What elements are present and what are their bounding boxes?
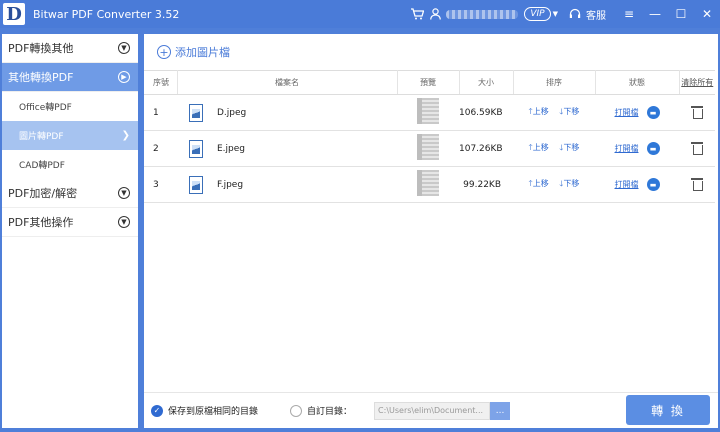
image-file-icon — [189, 103, 203, 122]
add-images-label: 添加圖片檔 — [175, 46, 230, 59]
custom-dir-label[interactable]: 自訂目錄： — [307, 404, 352, 417]
file-table: 序號 檔案名 預覽 大小 排序 狀態 清除所有 1 D.jpeg 106.59K… — [144, 70, 715, 203]
file-size: 106.59KB — [459, 94, 513, 131]
move-up-button[interactable]: 🡑上移 — [529, 179, 549, 188]
file-size: 107.26KB — [459, 130, 513, 167]
same-dir-label[interactable]: 保存到原檔相同的目錄 — [168, 404, 258, 417]
file-name: D.jpeg — [217, 107, 247, 118]
folder-icon[interactable]: ▬ — [646, 106, 660, 119]
open-file-link[interactable]: 打開檔 — [615, 108, 639, 117]
row-index: 1 — [144, 94, 177, 131]
preview-thumbnail[interactable] — [417, 134, 439, 160]
move-up-label: 上移 — [532, 106, 549, 116]
table-row: 3 F.jpeg 99.22KB 🡑上移 🡓下移 打開檔 ▬ — [144, 166, 715, 203]
sidebar-item-image-to-pdf[interactable]: 圖片轉PDF ❯ — [2, 121, 138, 150]
move-up-button[interactable]: 🡑上移 — [529, 107, 549, 116]
table-row: 1 D.jpeg 106.59KB 🡑上移 🡓下移 打開檔 ▬ — [144, 94, 715, 131]
move-down-label: 下移 — [563, 106, 580, 116]
header-filename: 檔案名 — [177, 70, 398, 95]
move-down-button[interactable]: 🡓下移 — [559, 107, 579, 116]
open-file-link[interactable]: 打開檔 — [615, 180, 639, 189]
title-bar: D Bitwar PDF Converter 3.52 VIP ▼ 客服 ≡ —… — [0, 0, 720, 28]
browse-button[interactable]: ... — [490, 401, 511, 420]
menu-icon[interactable]: ≡ — [616, 7, 642, 21]
trash-icon[interactable] — [691, 176, 703, 191]
sidebar-cat-label: PDF其他操作 — [8, 216, 74, 229]
image-file-icon — [189, 139, 203, 158]
sidebar: PDF轉換其他 ▼ 其他轉換PDF ▶ Office轉PDF 圖片轉PDF ❯ … — [2, 34, 138, 428]
chevron-down-icon: ▼ — [118, 216, 130, 228]
headset-icon[interactable] — [566, 5, 584, 23]
main-panel: + 添加圖片檔 序號 檔案名 預覽 大小 排序 狀態 清除所有 1 D.jpeg… — [144, 34, 718, 428]
row-index: 3 — [144, 166, 177, 203]
username-blurred — [446, 9, 519, 19]
bottom-bar: ✓ 保存到原檔相同的目錄 自訂目錄： C:\Users\elim\Documen… — [144, 392, 718, 428]
sidebar-item-label: Office轉PDF — [19, 103, 72, 113]
preview-thumbnail[interactable] — [417, 98, 439, 124]
sidebar-cat-label: PDF加密/解密 — [8, 187, 78, 200]
cart-icon[interactable] — [408, 5, 426, 23]
radio-custom-dir[interactable] — [290, 404, 303, 417]
sidebar-cat-pdf-to-other[interactable]: PDF轉換其他 ▼ — [2, 34, 138, 63]
sidebar-cat-other-to-pdf[interactable]: 其他轉換PDF ▶ — [2, 63, 138, 92]
move-down-label: 下移 — [563, 178, 580, 188]
file-name: F.jpeg — [217, 179, 244, 190]
image-file-icon — [189, 175, 203, 194]
convert-button[interactable]: 轉 換 — [626, 395, 710, 425]
app-title: Bitwar PDF Converter 3.52 — [33, 7, 180, 21]
folder-icon[interactable]: ▬ — [646, 142, 660, 155]
move-up-button[interactable]: 🡑上移 — [529, 143, 549, 152]
plus-icon: + — [157, 45, 171, 59]
sidebar-cat-label: PDF轉換其他 — [8, 42, 74, 55]
header-status: 狀態 — [595, 70, 680, 95]
chevron-right-icon: ❯ — [121, 130, 130, 141]
chevron-down-icon: ▼ — [118, 187, 130, 199]
add-images-button[interactable]: + 添加圖片檔 — [144, 34, 718, 70]
preview-thumbnail[interactable] — [417, 170, 439, 196]
user-icon[interactable] — [426, 5, 444, 23]
move-down-button[interactable]: 🡓下移 — [559, 179, 579, 188]
header-size: 大小 — [459, 70, 514, 95]
sidebar-cat-other-ops[interactable]: PDF其他操作 ▼ — [2, 208, 138, 237]
trash-icon[interactable] — [691, 140, 703, 155]
minimize-icon[interactable]: — — [642, 7, 668, 21]
sidebar-item-label: CAD轉PDF — [19, 161, 65, 171]
output-path-field[interactable]: C:\Users\elim\Document... — [374, 401, 491, 420]
sidebar-cat-label: 其他轉換PDF — [8, 71, 74, 84]
move-up-label: 上移 — [532, 178, 549, 188]
trash-icon[interactable] — [691, 104, 703, 119]
maximize-icon[interactable]: ☐ — [668, 7, 694, 21]
folder-icon[interactable]: ▬ — [646, 178, 660, 191]
sidebar-cat-encrypt[interactable]: PDF加密/解密 ▼ — [2, 179, 138, 208]
vip-badge[interactable]: VIP — [524, 7, 551, 21]
header-preview: 預覽 — [397, 70, 460, 95]
sidebar-item-label: 圖片轉PDF — [19, 132, 64, 142]
sidebar-item-cad-to-pdf[interactable]: CAD轉PDF — [2, 150, 138, 179]
move-down-button[interactable]: 🡓下移 — [559, 143, 579, 152]
header-index: 序號 — [144, 70, 178, 95]
chevron-down-icon[interactable]: ▼ — [553, 10, 558, 18]
file-size: 99.22KB — [459, 166, 513, 203]
app-logo: D — [3, 3, 25, 25]
service-label[interactable]: 客服 — [586, 7, 606, 22]
chevron-down-icon: ▼ — [118, 42, 130, 54]
chevron-right-icon: ▶ — [118, 71, 130, 83]
table-row: 2 E.jpeg 107.26KB 🡑上移 🡓下移 打開檔 ▬ — [144, 130, 715, 167]
file-name: E.jpeg — [217, 143, 246, 154]
table-header-row: 序號 檔案名 預覽 大小 排序 狀態 清除所有 — [144, 70, 715, 95]
row-index: 2 — [144, 130, 177, 167]
sidebar-item-office-to-pdf[interactable]: Office轉PDF — [2, 92, 138, 121]
radio-same-dir[interactable]: ✓ — [151, 404, 163, 417]
move-down-label: 下移 — [563, 142, 580, 152]
clear-all-button[interactable]: 清除所有 — [679, 70, 715, 95]
move-up-label: 上移 — [532, 142, 549, 152]
open-file-link[interactable]: 打開檔 — [615, 144, 639, 153]
header-sort: 排序 — [513, 70, 596, 95]
close-icon[interactable]: ✕ — [694, 7, 720, 21]
